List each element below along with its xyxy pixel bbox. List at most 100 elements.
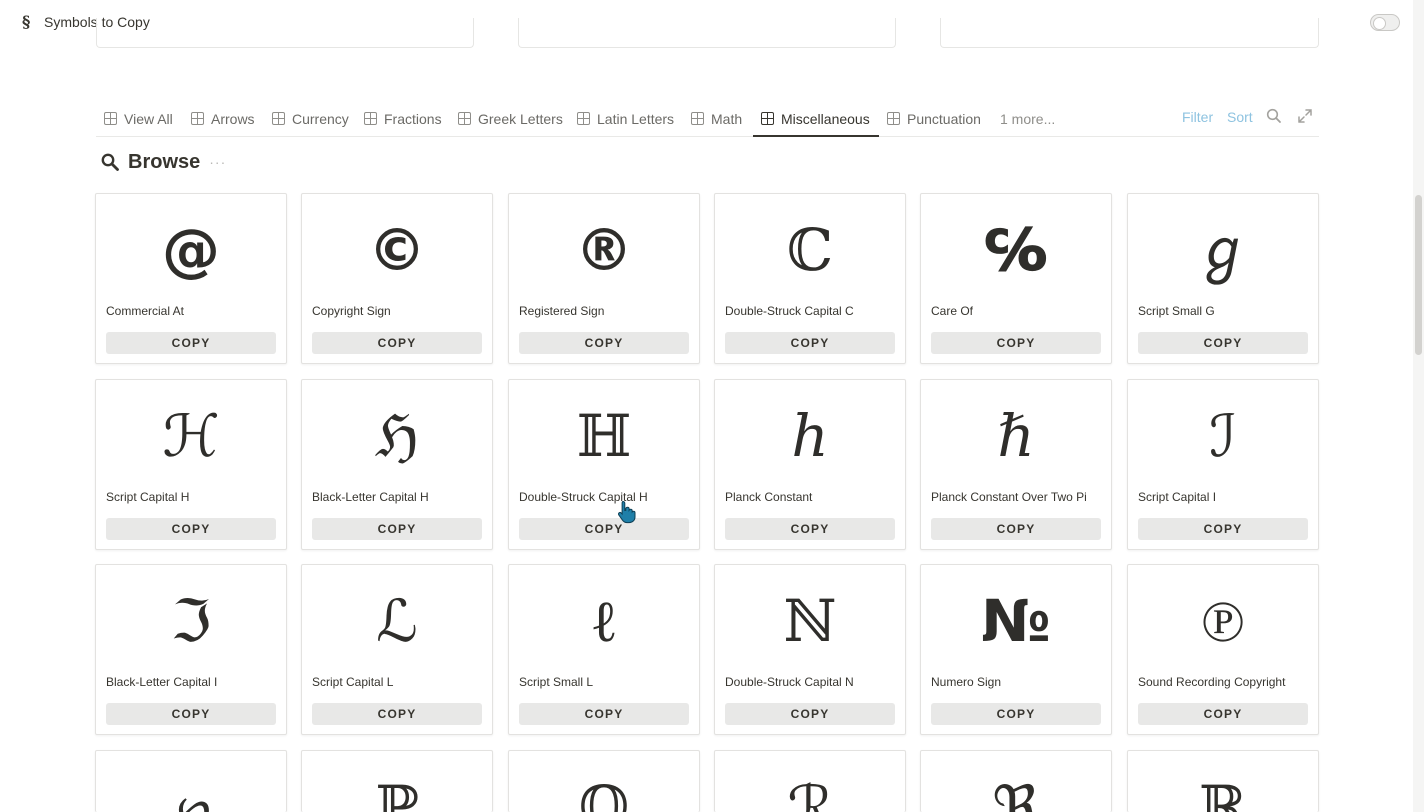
table-icon: [577, 112, 590, 125]
symbol-card[interactable]: ℚ: [508, 750, 700, 812]
copy-button[interactable]: COPY: [106, 332, 276, 354]
expand-icon[interactable]: [1296, 107, 1314, 125]
table-icon: [191, 112, 204, 125]
symbol-name: Double-Struck Capital H: [519, 490, 648, 504]
symbol-name: Planck Constant Over Two Pi: [931, 490, 1087, 504]
symbol-glyph: ℕ: [783, 587, 837, 655]
symbol-card[interactable]: ℋ Script Capital H COPY: [95, 379, 287, 550]
copy-button[interactable]: COPY: [725, 518, 895, 540]
previous-block: [518, 18, 896, 48]
toggle-switch[interactable]: [1370, 14, 1400, 31]
tab-fractions[interactable]: Fractions: [364, 100, 442, 137]
symbol-glyph: ℐ: [1209, 402, 1237, 470]
copy-button[interactable]: COPY: [519, 703, 689, 725]
symbol-card[interactable]: ℊ Script Small G COPY: [1127, 193, 1319, 364]
search-icon[interactable]: [1265, 107, 1283, 125]
symbol-card[interactable]: ℜ: [920, 750, 1112, 812]
symbol-glyph: ℍ: [576, 402, 632, 470]
symbol-name: Script Small L: [519, 675, 594, 689]
active-tab-underline: [753, 135, 879, 137]
search-icon: [101, 153, 119, 171]
symbol-glyph: ℑ: [170, 587, 212, 655]
table-icon: [691, 112, 704, 125]
scrollbar-track[interactable]: [1413, 0, 1424, 812]
copy-button[interactable]: COPY: [931, 332, 1101, 354]
symbol-glyph: ℊ: [1193, 216, 1252, 284]
symbol-card[interactable]: ® Registered Sign COPY: [508, 193, 700, 364]
symbol-card[interactable]: ℘: [95, 750, 287, 812]
symbol-glyph: №: [981, 587, 1051, 655]
symbol-card[interactable]: ℂ Double-Struck Capital C COPY: [714, 193, 906, 364]
symbol-name: Registered Sign: [519, 304, 605, 318]
symbol-glyph: ℙ: [375, 773, 419, 812]
copy-button[interactable]: COPY: [106, 518, 276, 540]
tab-math[interactable]: Math: [691, 100, 742, 137]
symbol-card[interactable]: @ Commercial At COPY: [95, 193, 287, 364]
tab-miscellaneous[interactable]: Miscellaneous: [761, 100, 870, 137]
browse-title: Browse: [128, 150, 201, 173]
scrollbar-thumb[interactable]: [1415, 195, 1422, 355]
sort-button[interactable]: Sort: [1227, 109, 1253, 125]
browse-header: Browse ···: [100, 148, 226, 176]
copy-button[interactable]: COPY: [519, 332, 689, 354]
copy-button[interactable]: COPY: [106, 703, 276, 725]
symbol-card[interactable]: ℕ Double-Struck Capital N COPY: [714, 564, 906, 735]
copy-button[interactable]: COPY: [725, 703, 895, 725]
symbol-name: Script Capital H: [106, 490, 190, 504]
symbol-card[interactable]: ℙ: [301, 750, 493, 812]
more-options-icon[interactable]: ···: [209, 154, 226, 170]
symbol-glyph: ℎ: [791, 402, 829, 470]
symbol-glyph: ℒ: [376, 587, 418, 655]
symbol-glyph: ®: [575, 216, 633, 284]
symbol-card[interactable]: ℌ Black-Letter Capital H COPY: [301, 379, 493, 550]
symbol-card[interactable]: ℒ Script Capital L COPY: [301, 564, 493, 735]
symbol-glyph: ℅: [984, 216, 1048, 284]
symbol-glyph: ℓ: [590, 587, 618, 655]
tab-latin-letters[interactable]: Latin Letters: [577, 100, 674, 137]
table-icon: [887, 112, 900, 125]
symbol-name: Commercial At: [106, 304, 185, 318]
filter-button[interactable]: Filter: [1182, 109, 1213, 125]
symbol-card[interactable]: ℏ Planck Constant Over Two Pi COPY: [920, 379, 1112, 550]
tab-currency[interactable]: Currency: [272, 100, 349, 137]
table-icon: [761, 112, 774, 125]
symbol-card[interactable]: ℐ Script Capital I COPY: [1127, 379, 1319, 550]
copy-button[interactable]: COPY: [931, 703, 1101, 725]
table-icon: [104, 112, 117, 125]
table-icon: [364, 112, 377, 125]
symbol-card[interactable]: № Numero Sign COPY: [920, 564, 1112, 735]
copy-button[interactable]: COPY: [1138, 332, 1308, 354]
copy-button[interactable]: COPY: [519, 518, 689, 540]
more-tabs-button[interactable]: 1 more...: [1000, 100, 1055, 137]
symbol-card[interactable]: © Copyright Sign COPY: [301, 193, 493, 364]
tab-view-all[interactable]: View All: [104, 100, 173, 137]
tab-arrows[interactable]: Arrows: [191, 100, 255, 137]
symbol-name: Copyright Sign: [312, 304, 391, 318]
tab-punctuation[interactable]: Punctuation: [887, 100, 981, 137]
symbol-card[interactable]: ℓ Script Small L COPY: [508, 564, 700, 735]
copy-button[interactable]: COPY: [1138, 703, 1308, 725]
symbol-name: Sound Recording Copyright: [1138, 675, 1286, 689]
symbol-card[interactable]: ℛ: [714, 750, 906, 812]
symbol-name: Black-Letter Capital H: [312, 490, 429, 504]
symbol-name: Double-Struck Capital C: [725, 304, 854, 318]
symbol-glyph: ©: [368, 216, 426, 284]
symbol-glyph: ℝ: [1198, 773, 1248, 812]
previous-block: [940, 18, 1319, 48]
symbol-card[interactable]: ℍ Double-Struck Capital H COPY: [508, 379, 700, 550]
symbol-card[interactable]: ℎ Planck Constant COPY: [714, 379, 906, 550]
copy-button[interactable]: COPY: [312, 703, 482, 725]
symbol-name: Planck Constant: [725, 490, 813, 504]
copy-button[interactable]: COPY: [931, 518, 1101, 540]
table-icon: [272, 112, 285, 125]
symbol-glyph: ℜ: [992, 773, 1040, 812]
symbol-card[interactable]: ℅ Care Of COPY: [920, 193, 1112, 364]
copy-button[interactable]: COPY: [312, 332, 482, 354]
symbol-card[interactable]: ℗ Sound Recording Copyright COPY: [1127, 564, 1319, 735]
copy-button[interactable]: COPY: [1138, 518, 1308, 540]
copy-button[interactable]: COPY: [725, 332, 895, 354]
tab-greek-letters[interactable]: Greek Letters: [458, 100, 563, 137]
copy-button[interactable]: COPY: [312, 518, 482, 540]
symbol-card[interactable]: ℝ: [1127, 750, 1319, 812]
symbol-card[interactable]: ℑ Black-Letter Capital I COPY: [95, 564, 287, 735]
